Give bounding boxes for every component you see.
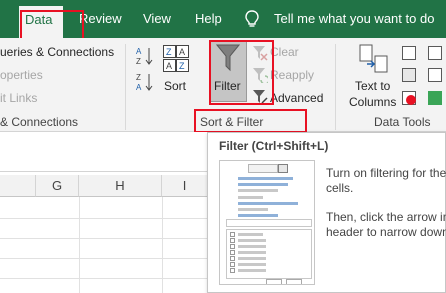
advanced-filter-icon [253,90,268,104]
tooltip-text-line-3: Then, click the arrow in [326,210,446,224]
column-header-blank [0,175,36,197]
gridline [0,278,207,279]
tab-data[interactable]: Data [19,6,63,40]
separator [125,44,126,130]
gridline [0,218,207,219]
sort-az-icon[interactable]: A Z [136,46,154,66]
sort-button[interactable]: Sort [164,79,186,93]
sort-za-icon[interactable]: Z A [136,72,154,92]
filter-preview-image [219,160,315,285]
svg-text:A: A [179,47,185,57]
data-tools-group-label: Data Tools [374,115,431,129]
column-header-g[interactable]: G [36,175,79,197]
filter-funnel-icon [216,44,240,72]
flash-fill-icon[interactable] [402,46,416,60]
data-model-icon[interactable] [428,91,442,105]
ribbon-tab-bar: Data Review View Help Tell me what you w… [0,0,446,40]
svg-text:Z: Z [136,57,141,66]
validation-error-icon [406,95,416,105]
tooltip-text-line-2: cells. [326,181,354,195]
clear-filter-icon [253,46,268,61]
properties-button[interactable]: operties [0,68,43,82]
remove-duplicates-icon[interactable] [402,68,416,82]
sort-icon[interactable]: Z A A Z [163,45,189,73]
tooltip-title: Filter (Ctrl+Shift+L) [219,139,329,153]
tab-help[interactable]: Help [195,11,222,26]
gridline [0,258,207,259]
svg-text:Z: Z [136,73,141,82]
text-to-columns-icon[interactable] [359,44,389,74]
relationships-icon[interactable] [428,68,442,82]
tooltip-text-line-4: header to narrow down [326,225,446,239]
sort-filter-group-label: Sort & Filter [200,115,264,129]
advanced-button[interactable]: Advanced [270,91,323,105]
tab-review[interactable]: Review [79,11,122,26]
queries-group-label: & Connections [0,115,79,129]
tooltip-text-line-1: Turn on filtering for the [326,166,446,180]
reapply-icon [253,68,268,83]
text-to-columns-label-1[interactable]: Text to [355,79,390,93]
lightbulb-icon [245,10,259,27]
svg-text:Z: Z [179,61,185,71]
svg-text:Z: Z [166,47,172,57]
filter-label: Filter [214,79,241,93]
filter-tooltip: Filter (Ctrl+Shift+L) Turn on filtering … [207,132,446,293]
column-header-h[interactable]: H [79,175,162,197]
edit-links-button[interactable]: it Links [0,91,37,105]
consolidate-icon[interactable] [428,46,442,60]
queries-connections-button[interactable]: ueries & Connections [0,45,114,59]
tab-view[interactable]: View [143,11,171,26]
svg-text:A: A [136,83,142,92]
column-header-i[interactable]: I [162,175,208,197]
clear-button[interactable]: Clear [270,45,299,59]
tell-me-search[interactable]: Tell me what you want to do [274,11,434,26]
text-to-columns-label-2[interactable]: Columns [349,95,396,109]
separator [335,44,336,130]
reapply-button[interactable]: Reapply [270,68,314,82]
svg-text:A: A [136,47,142,56]
gridline [0,238,207,239]
svg-text:A: A [166,61,172,71]
